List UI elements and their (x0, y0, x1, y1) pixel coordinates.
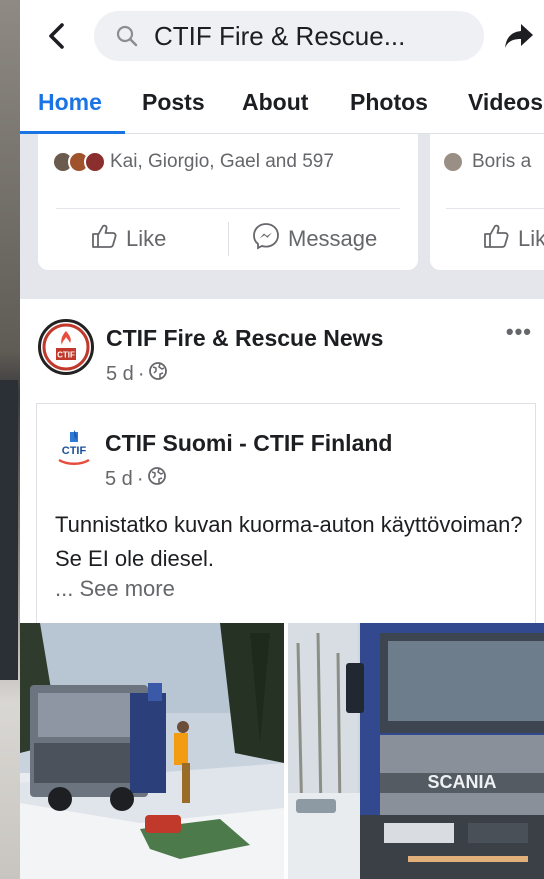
tab-home[interactable]: Home (38, 89, 102, 116)
see-more-link[interactable]: ... See more (55, 576, 175, 602)
mutual-friends-text: Kai, Giorgio, Gael and 597 (110, 151, 334, 172)
top-bar: CTIF Fire & Rescue... (20, 0, 544, 72)
like-label: Lik (518, 226, 544, 251)
like-button[interactable]: Lik (482, 223, 544, 255)
page-card: Boris a Lik (430, 134, 544, 270)
more-dots-icon[interactable]: ••• (506, 319, 532, 345)
photo-scania-truck[interactable]: SCANIA (288, 623, 544, 879)
divider (228, 222, 229, 256)
shared-post-meta: 5 d · (105, 466, 167, 492)
meta-separator: · (137, 362, 145, 385)
background-edge (0, 0, 20, 879)
mutual-friends: Boris a (442, 151, 531, 173)
mutual-friends-text: Boris a (472, 151, 532, 172)
globe-icon (147, 466, 167, 492)
tab-videos[interactable]: Videos (468, 89, 543, 116)
page-tabs: Home Posts About Photos Videos (20, 72, 544, 134)
divider (56, 208, 400, 209)
like-thumb-icon (482, 223, 510, 255)
photo-garbage-truck[interactable] (20, 623, 284, 879)
tab-photos[interactable]: Photos (350, 89, 428, 116)
shared-post-time[interactable]: 5 d (105, 468, 133, 491)
background-edge-dark (0, 380, 18, 680)
search-query-text: CTIF Fire & Rescue... (154, 20, 406, 51)
tab-posts[interactable]: Posts (142, 89, 205, 116)
avatar (84, 151, 106, 173)
page-card: Kai, Giorgio, Gael and 597 Like Message (38, 134, 418, 270)
globe-icon (148, 361, 168, 387)
post-time[interactable]: 5 d (106, 363, 134, 386)
page-logo-text: CTIF (57, 351, 75, 360)
back-arrow-icon[interactable] (42, 21, 72, 51)
divider (446, 208, 544, 209)
message-button[interactable]: Message (252, 222, 377, 256)
messenger-icon (252, 222, 280, 256)
post-page-name[interactable]: CTIF Fire & Rescue News (106, 325, 383, 352)
shared-page-avatar[interactable]: CTIF (55, 430, 93, 470)
share-arrow-icon[interactable] (502, 19, 536, 53)
message-label: Message (288, 226, 378, 251)
card-actions: Lik (430, 222, 544, 256)
tab-about[interactable]: About (242, 89, 308, 116)
like-label: Like (126, 226, 167, 251)
post-photos: SCANIA (20, 623, 544, 879)
shared-logo-text: CTIF (62, 445, 87, 457)
meta-separator: · (136, 467, 144, 490)
avatar (442, 151, 464, 173)
shared-post-text: Tunnistatko kuvan kuorma-auton käyttövoi… (55, 512, 523, 571)
truck-brand-text: SCANIA (427, 772, 496, 792)
feed-post: CTIF CTIF Fire & Rescue News 5 d · ••• C… (20, 299, 544, 879)
search-input[interactable]: CTIF Fire & Rescue... (94, 11, 484, 61)
shared-post[interactable]: CTIF CTIF Suomi - CTIF Finland 5 d · Tun… (36, 403, 536, 633)
shared-page-name[interactable]: CTIF Suomi - CTIF Finland (105, 430, 392, 457)
phone-screen: CTIF Fire & Rescue... Home Posts About P… (20, 0, 544, 879)
suggested-pages-carousel: Kai, Giorgio, Gael and 597 Like Message (20, 134, 544, 299)
like-button[interactable]: Like (90, 223, 166, 255)
post-meta: 5 d · (106, 361, 168, 387)
search-icon (116, 25, 138, 47)
card-actions: Like Message (38, 222, 418, 256)
page-avatar[interactable]: CTIF (38, 319, 94, 375)
like-thumb-icon (90, 223, 118, 255)
mutual-friends: Kai, Giorgio, Gael and 597 (52, 151, 334, 173)
